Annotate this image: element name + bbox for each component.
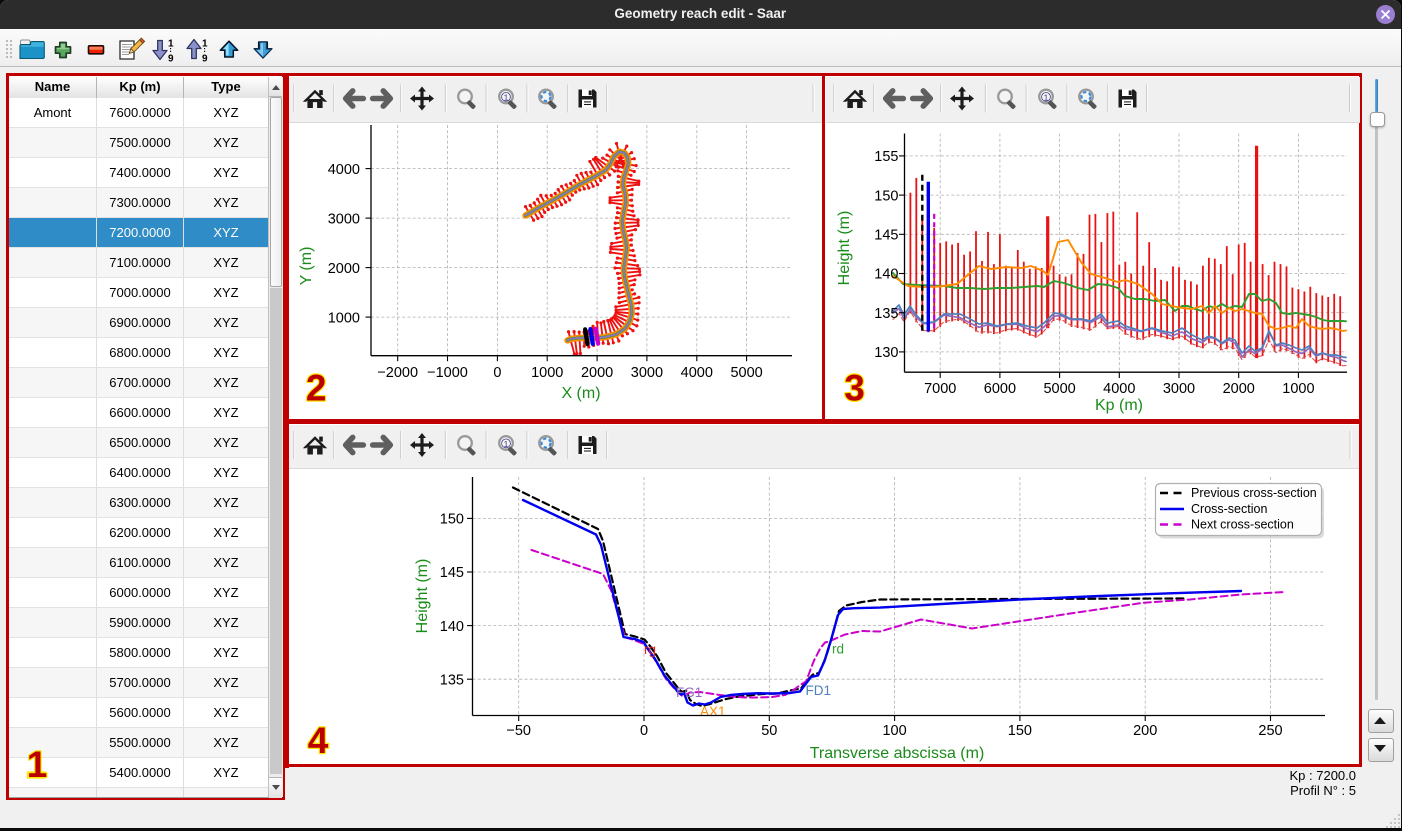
svg-text:1: 1 [202,39,208,50]
svg-text:1: 1 [168,39,174,50]
svg-text:9: 9 [168,54,174,65]
svg-text:9: 9 [202,54,208,65]
